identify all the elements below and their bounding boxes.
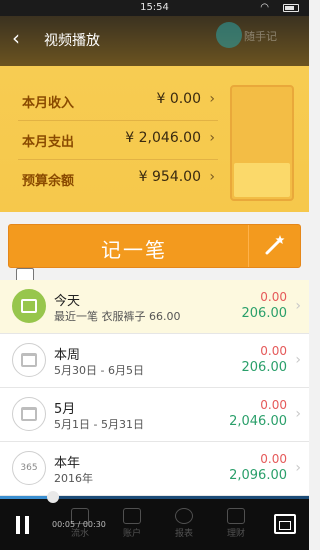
- list-item-year[interactable]: 365 本年 2016年 0.00 2,096.00 ›: [0, 442, 309, 496]
- wallet-icon: [123, 508, 141, 524]
- battery-icon: [283, 4, 299, 12]
- bottom-tab-bar: 流水 账户 报表 理财: [60, 508, 260, 548]
- chevron-right-icon: ›: [295, 298, 301, 314]
- status-bar: 15:54 ◠: [0, 0, 309, 16]
- tab-accounts[interactable]: 账户: [112, 508, 152, 548]
- list-item-title: 今天: [54, 294, 81, 309]
- list-item-subtitle: 2016年: [54, 472, 93, 485]
- list-item-month[interactable]: 5月 5月1日 - 5月31日 0.00 2,046.00 ›: [0, 388, 309, 442]
- pie-chart-icon: [175, 508, 193, 524]
- app-logo-text: 随手记: [244, 30, 277, 43]
- chevron-right-icon: ›: [209, 169, 215, 185]
- summary-budget-value: ¥ 954.00: [138, 169, 201, 185]
- tab-label: 报表: [174, 529, 193, 539]
- list-item-title: 5月: [54, 402, 76, 417]
- list-item-expense: 0.00: [260, 452, 287, 466]
- summary-expense-value: ¥ 2,046.00: [125, 130, 201, 146]
- list-item-expense: 0.00: [260, 344, 287, 358]
- calendar-month-icon: [12, 397, 46, 431]
- list-item-subtitle: 5月30日 - 6月5日: [54, 364, 144, 377]
- wifi-icon: ◠: [260, 2, 269, 13]
- video-scrub-handle[interactable]: [46, 491, 59, 503]
- chevron-right-icon: ›: [295, 352, 301, 368]
- list-item-title: 本年: [54, 456, 81, 471]
- summary-budget-row[interactable]: 预算余额 ¥ 954.00 ›: [0, 160, 225, 198]
- calendar-week-icon: [12, 343, 46, 377]
- tab-label: 账户: [122, 529, 141, 539]
- pause-icon[interactable]: [14, 516, 32, 534]
- chevron-right-icon: ›: [209, 91, 215, 107]
- period-list: 今天 最近一笔 衣服裤子 66.00 0.00 206.00 › 本周 5月30…: [0, 280, 309, 496]
- back-arrow-icon[interactable]: ‹: [12, 26, 32, 50]
- tab-finance[interactable]: 理财: [216, 508, 256, 548]
- fullscreen-icon[interactable]: [274, 514, 296, 534]
- trend-chart-icon: [227, 508, 245, 524]
- summary-expense-label: 本月支出: [22, 135, 75, 150]
- tab-flow[interactable]: 流水: [60, 508, 100, 548]
- video-progress-fill: [0, 496, 53, 499]
- list-item-income: 2,046.00: [229, 414, 287, 429]
- list-item-expense: 0.00: [260, 290, 287, 304]
- summary-income-label: 本月收入: [22, 96, 75, 111]
- summary-income-row[interactable]: 本月收入 ¥ 0.00 ›: [0, 82, 225, 120]
- list-item-week[interactable]: 本周 5月30日 - 6月5日 0.00 206.00 ›: [0, 334, 309, 388]
- list-item-subtitle: 5月1日 - 5月31日: [54, 418, 144, 431]
- chevron-right-icon: ›: [295, 460, 301, 476]
- video-title: 视频播放: [44, 33, 100, 49]
- budget-gauge[interactable]: [230, 85, 294, 201]
- list-item-income: 206.00: [241, 360, 288, 375]
- list-item-subtitle: 最近一笔 衣服裤子 66.00: [54, 310, 181, 323]
- video-player-controls: 00:05 / 00:30 流水 账户 报表 理财: [0, 491, 309, 550]
- budget-gauge-fill: [234, 163, 290, 197]
- summary-budget-label: 预算余额: [22, 174, 75, 189]
- list-item-income: 2,096.00: [229, 468, 287, 483]
- shirt-icon: [12, 289, 46, 323]
- record-entry-label: 记一笔: [101, 238, 167, 262]
- list-item-income: 206.00: [241, 306, 288, 321]
- magic-wand-icon: [265, 235, 285, 255]
- app-logo-icon: [216, 22, 242, 48]
- tab-label: 理财: [226, 529, 245, 539]
- tab-label: 流水: [70, 529, 89, 539]
- chevron-right-icon: ›: [295, 406, 301, 422]
- list-item-today[interactable]: 今天 最近一笔 衣服裤子 66.00 0.00 206.00 ›: [0, 280, 309, 334]
- summary-expense-row[interactable]: 本月支出 ¥ 2,046.00 ›: [0, 121, 225, 159]
- summary-income-value: ¥ 0.00: [156, 91, 201, 107]
- record-entry-button[interactable]: 记一笔: [8, 224, 301, 268]
- tab-reports[interactable]: 报表: [164, 508, 204, 548]
- calendar-year-icon: 365: [12, 451, 46, 485]
- chevron-right-icon: ›: [209, 130, 215, 146]
- list-item-expense: 0.00: [260, 398, 287, 412]
- list-item-title: 本周: [54, 348, 81, 363]
- list-icon: [71, 508, 89, 524]
- quick-record-button[interactable]: [248, 225, 300, 267]
